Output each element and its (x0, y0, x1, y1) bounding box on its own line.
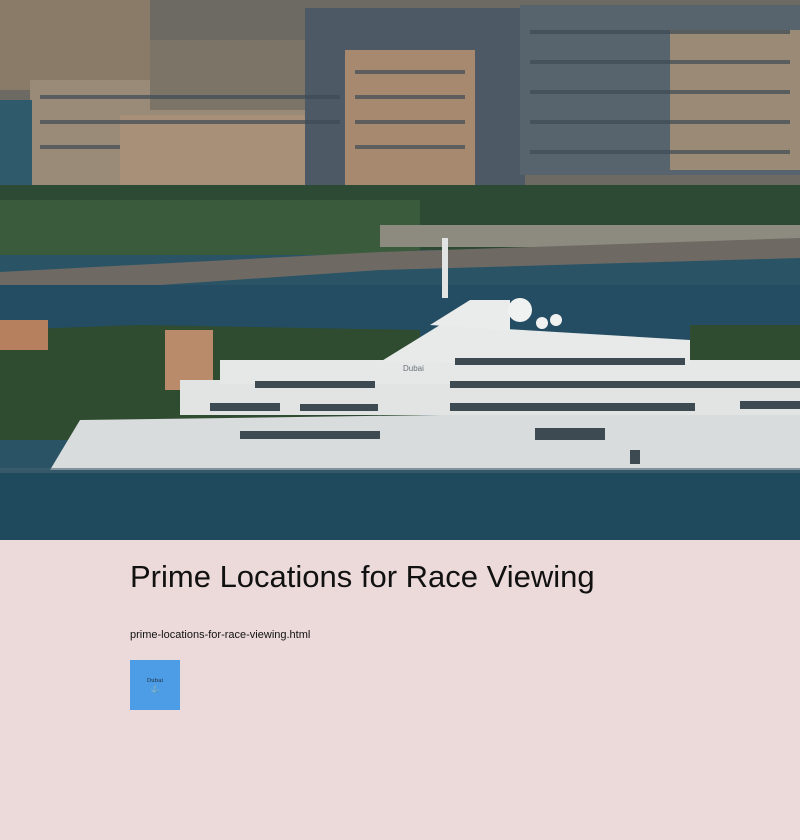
site-logo[interactable]: Dubai ⚓ (130, 660, 180, 710)
page-title: Prime Locations for Race Viewing (130, 559, 595, 594)
anchor-icon: ⚓ (150, 684, 160, 693)
yacht-name-label: Dubai (403, 364, 424, 373)
hero-yacht-scene: Dubai (0, 0, 800, 540)
page-file-link[interactable]: prime-locations-for-race-viewing.html (130, 629, 310, 641)
logo-text: Dubai (146, 677, 164, 684)
hero-image: Dubai (0, 0, 800, 540)
